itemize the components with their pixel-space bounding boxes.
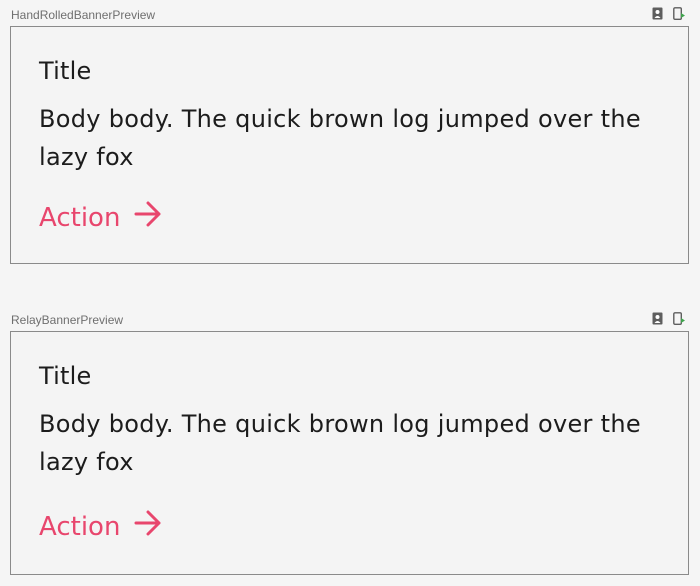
banner-action-label: Action [39,202,121,233]
banner-body: Body body. The quick brown log jumped ov… [39,410,641,476]
banner-card: Title Body body. The quick brown log jum… [11,332,688,574]
banner-title: Title [39,362,92,390]
preview-name-label: RelayBannerPreview [11,313,124,327]
banner-action-label: Action [39,511,121,542]
banner-body: Body body. The quick brown log jumped ov… [39,105,641,171]
interactive-mode-icon[interactable] [652,312,663,325]
preview-frame-relay: Title Body body. The quick brown log jum… [10,331,689,575]
preview-frame-handrolled: Title Body body. The quick brown log jum… [10,26,689,264]
arrow-right-icon [134,510,162,543]
banner-action-button[interactable]: Action [39,510,162,543]
banner-card: Title Body body. The quick brown log jum… [11,27,688,263]
deploy-preview-icon[interactable] [673,7,685,20]
deploy-preview-icon[interactable] [673,312,685,325]
arrow-right-icon [134,201,162,234]
interactive-mode-icon[interactable] [652,7,663,20]
preview-name-label: HandRolledBannerPreview [11,8,156,22]
banner-title: Title [39,57,92,85]
banner-action-button[interactable]: Action [39,201,162,234]
